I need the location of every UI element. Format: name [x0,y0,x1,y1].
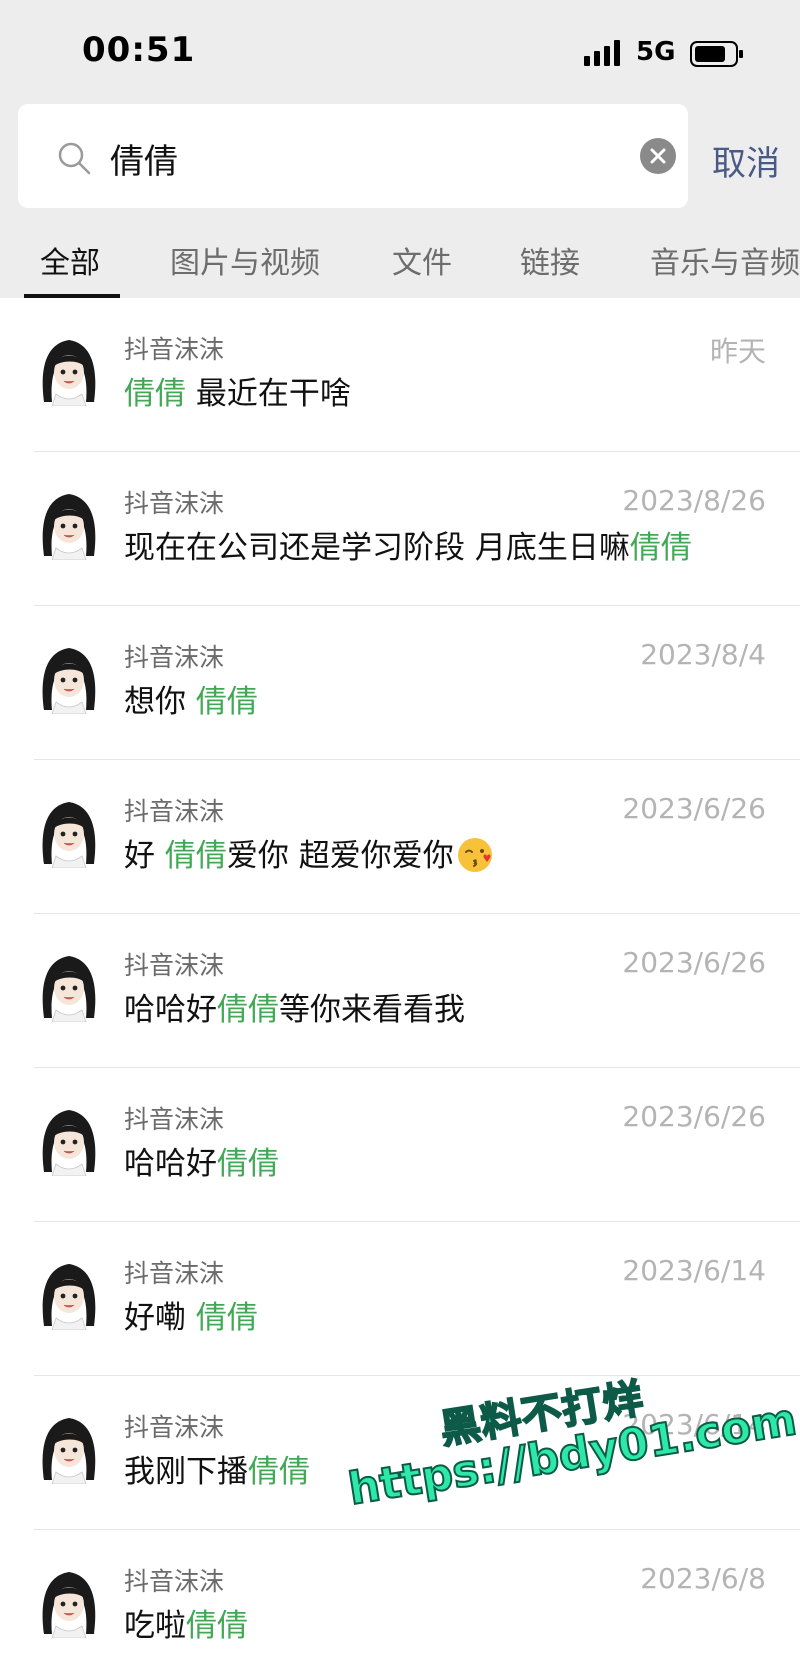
search-result-row[interactable]: 抖音沫沫 2023/6/26 好 倩倩爱你 超爱你爱你 [0,760,800,914]
status-bar: 00:51 5G [0,0,800,100]
contact-name: 抖音沫沫 [124,1259,225,1288]
avatar [34,640,104,715]
close-icon [650,148,666,164]
message-snippet: 我刚下播倩倩 [124,1446,310,1491]
message-date: 2023/6/26 [622,1100,766,1133]
cancel-button[interactable]: 取消 [712,136,780,185]
message-text-before: 现在在公司还是学习阶段 月底生日嘛 [124,530,630,566]
contact-name: 抖音沫沫 [124,1567,225,1596]
contact-name: 抖音沫沫 [124,797,225,826]
search-result-row[interactable]: 抖音沫沫 昨天倩倩 最近在干啥 [0,298,800,452]
search-result-row[interactable]: 抖音沫沫 2023/8/26 现在在公司还是学习阶段 月底生日嘛倩倩 [0,452,800,606]
message-snippet: 想你 倩倩 [124,676,258,721]
message-text-before: 哈哈好 [124,992,217,1028]
avatar [34,948,104,1023]
avatar [34,794,104,869]
message-snippet: 好嘞 倩倩 [124,1292,258,1337]
message-keyword-highlight: 倩倩 [195,1300,258,1336]
message-keyword-highlight: 倩倩 [164,838,227,874]
message-keyword-highlight: 倩倩 [124,376,186,412]
message-keyword-highlight: 倩倩 [217,1146,279,1182]
message-snippet: 现在在公司还是学习阶段 月底生日嘛倩倩 [124,522,692,567]
kiss-emoji-icon [456,836,494,874]
contact-name: 抖音沫沫 [124,643,225,672]
tab-files[interactable]: 文件 [392,238,452,282]
message-snippet: 好 倩倩爱你 超爱你爱你 [124,830,494,875]
message-date: 2023/8/26 [622,484,766,517]
tab-links[interactable]: 链接 [520,238,580,282]
contact-name: 抖音沫沫 [124,1413,225,1442]
message-text-before: 好嘞 [124,1300,196,1336]
message-keyword-highlight: 倩倩 [248,1454,310,1490]
tab-music-audio[interactable]: 音乐与音频 [650,238,800,282]
signal-icon [584,40,620,66]
avatar [34,486,104,561]
clear-search-button[interactable] [640,138,676,174]
avatar [34,1256,104,1331]
contact-name: 抖音沫沫 [124,951,225,980]
avatar [34,1564,104,1639]
search-result-row[interactable]: 抖音沫沫 2023/6/26 哈哈好倩倩等你来看看我 [0,914,800,1068]
message-date: 昨天 [709,335,766,368]
contact-name: 抖音沫沫 [124,1105,225,1134]
tab-all[interactable]: 全部 [40,238,100,282]
message-date: 2023/6/26 [622,946,766,979]
top-area: 00:51 5G 倩倩 取消 全部 图片与视频 文件 链接 音乐与音频 [0,0,800,298]
avatar [34,332,104,407]
filter-tabs: 全部 图片与视频 文件 链接 音乐与音频 [0,238,800,298]
contact-name: 抖音沫沫 [124,335,225,364]
message-date: 2023/6/26 [622,792,766,825]
message-date: 2023/6/8 [640,1562,766,1595]
message-snippet: 吃啦倩倩 [124,1600,248,1645]
message-keyword-highlight: 倩倩 [629,530,692,566]
message-keyword-highlight: 倩倩 [186,1608,248,1644]
message-text-after: 最近在干啥 [186,376,351,412]
message-text-after: 等你来看看我 [279,992,465,1028]
message-text-before: 想你 [124,684,196,720]
message-text-before: 好 [124,838,165,874]
message-keyword-highlight: 倩倩 [217,992,279,1028]
avatar [34,1102,104,1177]
message-snippet: 哈哈好倩倩 [124,1138,279,1183]
message-text-before: 哈哈好 [124,1146,217,1182]
search-icon [58,142,91,175]
status-time: 00:51 [82,30,196,70]
message-date: 2023/6/14 [622,1254,766,1287]
search-box[interactable]: 倩倩 [18,104,688,208]
search-result-row[interactable]: 抖音沫沫 2023/8/4 想你 倩倩 [0,606,800,760]
message-snippet: 哈哈好倩倩等你来看看我 [124,984,465,1029]
tab-images-videos[interactable]: 图片与视频 [170,238,320,282]
network-type: 5G [636,37,676,67]
search-result-row[interactable]: 抖音沫沫 2023/6/26 哈哈好倩倩 [0,1068,800,1222]
message-text-before: 我刚下播 [124,1454,248,1490]
search-input[interactable]: 倩倩 [110,134,178,183]
search-result-row[interactable]: 抖音沫沫 2023/6/8 吃啦倩倩 [0,1530,800,1670]
message-snippet: 倩倩 最近在干啥 [124,368,351,413]
battery-icon [690,41,743,67]
message-date: 2023/8/4 [640,638,766,671]
message-keyword-highlight: 倩倩 [195,684,258,720]
avatar [34,1410,104,1485]
contact-name: 抖音沫沫 [124,489,225,518]
message-text-after: 爱你 超爱你爱你 [226,838,454,874]
message-text-before: 吃啦 [124,1608,186,1644]
